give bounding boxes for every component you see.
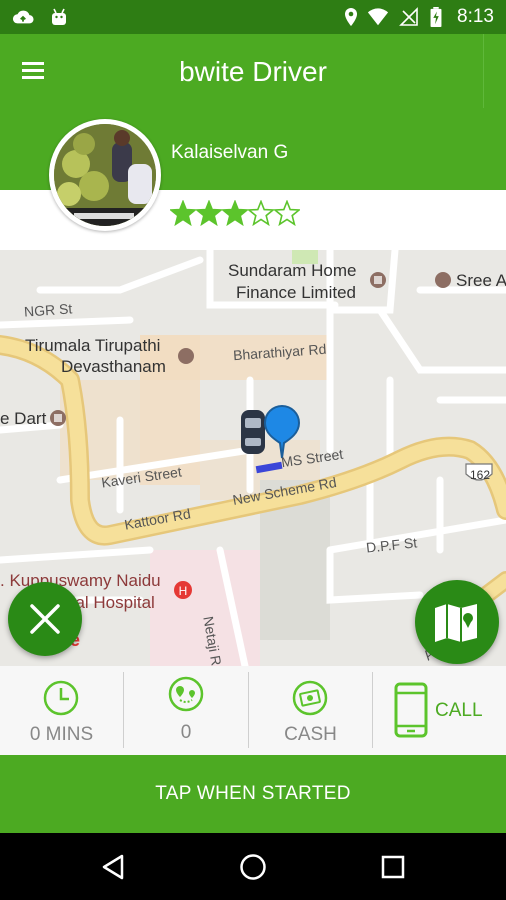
phone-icon (394, 682, 428, 738)
no-signal-icon (399, 7, 418, 26)
cloud-upload-icon (12, 10, 34, 24)
status-time: 8:13 (457, 6, 494, 27)
system-nav-bar (0, 833, 506, 900)
map-label-tirumala-2: Devasthanam (61, 357, 166, 376)
tap-when-started-button[interactable]: TAP WHEN STARTED (0, 755, 506, 833)
trip-info-row: 0 MINS 0 CASH CALL (0, 666, 506, 755)
app-bar-divider (483, 34, 484, 108)
status-bar: 8:13 (0, 0, 506, 34)
avatar-photo (54, 124, 156, 226)
map-icon (435, 604, 477, 642)
driver-avatar[interactable] (49, 119, 161, 231)
map-label-dart: e Dart (0, 409, 47, 428)
svg-text:H: H (179, 584, 188, 598)
app-title: bwite Driver (179, 56, 327, 87)
android-icon (52, 8, 66, 25)
trip-distance-value: 0 (180, 722, 192, 743)
trip-distance-cell: 0 (124, 666, 248, 755)
payment-cell: CASH (249, 666, 372, 755)
battery-charging-icon (430, 7, 442, 27)
trip-time-value: 0 MINS (29, 724, 94, 745)
call-label: CALL (435, 700, 483, 721)
cancel-ride-button[interactable] (8, 582, 82, 656)
close-icon (30, 604, 60, 634)
map-label-sree: Sree A (456, 271, 506, 290)
map-label-ngr: NGR St (23, 300, 73, 320)
star-empty-icon (248, 200, 274, 226)
call-button[interactable]: CALL (373, 666, 506, 755)
route-icon (168, 676, 204, 712)
wifi-icon (367, 8, 389, 26)
star-empty-icon (274, 200, 300, 226)
trip-time-cell: 0 MINS (0, 666, 123, 755)
clock-icon (43, 680, 79, 716)
recents-icon[interactable] (380, 854, 406, 880)
driver-name: Kalaiselvan G (171, 142, 289, 163)
star-filled-icon (222, 200, 248, 226)
location-icon (345, 8, 357, 26)
map-label-tirumala-1: Tirumala Tirupathi (25, 336, 161, 355)
payment-value: CASH (284, 724, 337, 745)
app-bar: bwite Driver (0, 34, 506, 112)
star-filled-icon (170, 200, 196, 226)
map-label-sundaram-2: Finance Limited (236, 283, 357, 302)
back-icon[interactable] (100, 853, 126, 881)
map-label-route-162: 162 (470, 468, 491, 482)
star-filled-icon (196, 200, 222, 226)
open-map-button[interactable] (415, 580, 499, 664)
map-label-sundaram-1: Sundaram Home (228, 261, 357, 280)
cash-icon (292, 680, 328, 716)
home-icon[interactable] (238, 852, 268, 882)
driver-rating (170, 200, 300, 231)
